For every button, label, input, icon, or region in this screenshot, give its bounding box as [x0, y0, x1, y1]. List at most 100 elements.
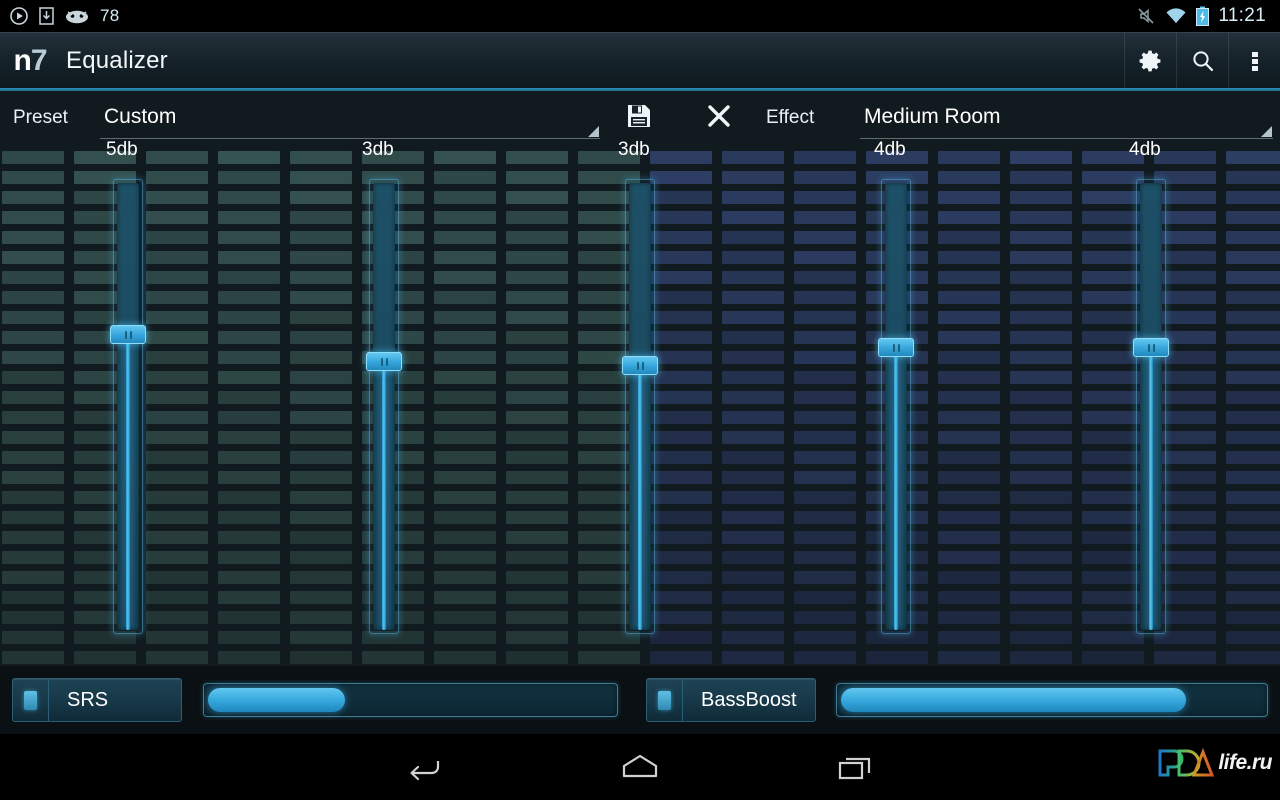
overflow-menu-button[interactable]: [1228, 32, 1280, 89]
visualizer-bar: [650, 351, 712, 364]
visualizer-bar: [1010, 611, 1072, 624]
visualizer-bar: [722, 231, 784, 244]
visualizer-bar: [1082, 291, 1144, 304]
visualizer-bar: [1226, 271, 1280, 284]
effect-label: Effect: [766, 107, 815, 128]
visualizer-column: [1010, 139, 1072, 666]
visualizer-bar: [1010, 171, 1072, 184]
visualizer-bar: [290, 651, 352, 664]
effect-spinner[interactable]: Medium Room: [860, 97, 1273, 139]
visualizer-bar: [146, 351, 208, 364]
visualizer-bar: [506, 551, 568, 564]
visualizer-bar: [1226, 511, 1280, 524]
band-slider[interactable]: [366, 179, 402, 634]
band-slider-thumb[interactable]: [878, 338, 914, 357]
visualizer-bar: [722, 591, 784, 604]
visualizer-bar: [938, 391, 1000, 404]
effects-bar: SRS BassBoost: [0, 666, 1280, 734]
visualizer-bar: [938, 191, 1000, 204]
band-slider-thumb[interactable]: [366, 352, 402, 371]
band-slider[interactable]: [110, 179, 146, 634]
visualizer-bar: [218, 411, 280, 424]
visualizer-bar: [506, 411, 568, 424]
visualizer-bar: [434, 371, 496, 384]
visualizer-bar: [2, 451, 64, 464]
visualizer-bar: [1082, 471, 1144, 484]
wifi-icon: [1165, 7, 1187, 25]
visualizer-bar: [434, 211, 496, 224]
visualizer-bar: [146, 451, 208, 464]
band-slider-thumb[interactable]: [110, 325, 146, 344]
visualizer-bar: [218, 251, 280, 264]
visualizer-bar: [722, 511, 784, 524]
nav-home-button[interactable]: [532, 752, 748, 782]
band-slider[interactable]: [878, 179, 914, 634]
visualizer-bar: [1226, 211, 1280, 224]
visualizer-bar: [1010, 491, 1072, 504]
visualizer-bar: [938, 231, 1000, 244]
delete-preset-button[interactable]: [700, 99, 738, 133]
search-icon: [1190, 48, 1216, 74]
visualizer-bar: [722, 631, 784, 644]
visualizer-bar: [290, 271, 352, 284]
visualizer-bar: [722, 351, 784, 364]
nav-back-button[interactable]: [316, 752, 532, 782]
visualizer-bar: [650, 391, 712, 404]
visualizer-bar: [722, 211, 784, 224]
visualizer-bar: [650, 191, 712, 204]
visualizer-bar: [2, 611, 64, 624]
visualizer-bar: [434, 591, 496, 604]
visualizer-bar: [1226, 351, 1280, 364]
visualizer-bar: [650, 371, 712, 384]
visualizer-bar: [1082, 271, 1144, 284]
bassboost-toggle-button[interactable]: BassBoost: [646, 678, 816, 722]
visualizer-bar: [290, 371, 352, 384]
visualizer-bar: [938, 571, 1000, 584]
app-logo-n: n: [13, 43, 31, 77]
preset-spinner[interactable]: Custom: [100, 97, 600, 139]
visualizer-bar: [2, 231, 64, 244]
settings-button[interactable]: [1124, 32, 1176, 89]
visualizer-bar: [794, 571, 856, 584]
close-x-icon: [706, 103, 732, 129]
visualizer-bar: [290, 611, 352, 624]
visualizer-bar: [938, 531, 1000, 544]
visualizer-bar: [1226, 311, 1280, 324]
band-slider-thumb[interactable]: [1133, 338, 1169, 357]
visualizer-bar: [1082, 431, 1144, 444]
band-value-label: 5db: [106, 139, 138, 160]
band-slider-thumb[interactable]: [622, 356, 658, 375]
thumb-grip-line: [1147, 343, 1150, 352]
visualizer-bar: [1082, 191, 1144, 204]
visualizer-bar: [722, 531, 784, 544]
visualizer-bar: [650, 251, 712, 264]
srs-toggle-button[interactable]: SRS: [12, 678, 182, 722]
visualizer-bar: [722, 331, 784, 344]
visualizer-bar: [506, 511, 568, 524]
visualizer-bar: [722, 411, 784, 424]
visualizer-bar: [722, 471, 784, 484]
cyanogenmod-icon: [65, 8, 89, 24]
visualizer-bar: [434, 291, 496, 304]
visualizer-bar: [434, 491, 496, 504]
visualizer-bar: [146, 231, 208, 244]
band-slider-frame: [369, 179, 399, 634]
visualizer-bar: [2, 531, 64, 544]
visualizer-bar: [506, 171, 568, 184]
visualizer-bar: [722, 251, 784, 264]
visualizer-bar: [794, 331, 856, 344]
visualizer-bar: [218, 291, 280, 304]
srs-level-slider[interactable]: [203, 683, 618, 717]
visualizer-bar: [1226, 431, 1280, 444]
visualizer-bar: [938, 431, 1000, 444]
band-slider[interactable]: [1133, 179, 1169, 634]
visualizer-bar: [506, 471, 568, 484]
bassboost-level-slider[interactable]: [836, 683, 1268, 717]
band-slider[interactable]: [622, 179, 658, 634]
visualizer-bar: [2, 211, 64, 224]
nav-recents-button[interactable]: [748, 752, 964, 782]
save-preset-button[interactable]: [620, 99, 658, 133]
visualizer-column: [146, 139, 208, 666]
equalizer-content: Preset Custom Effect Medium Room 5db 3db…: [0, 91, 1280, 666]
search-button[interactable]: [1176, 32, 1228, 89]
